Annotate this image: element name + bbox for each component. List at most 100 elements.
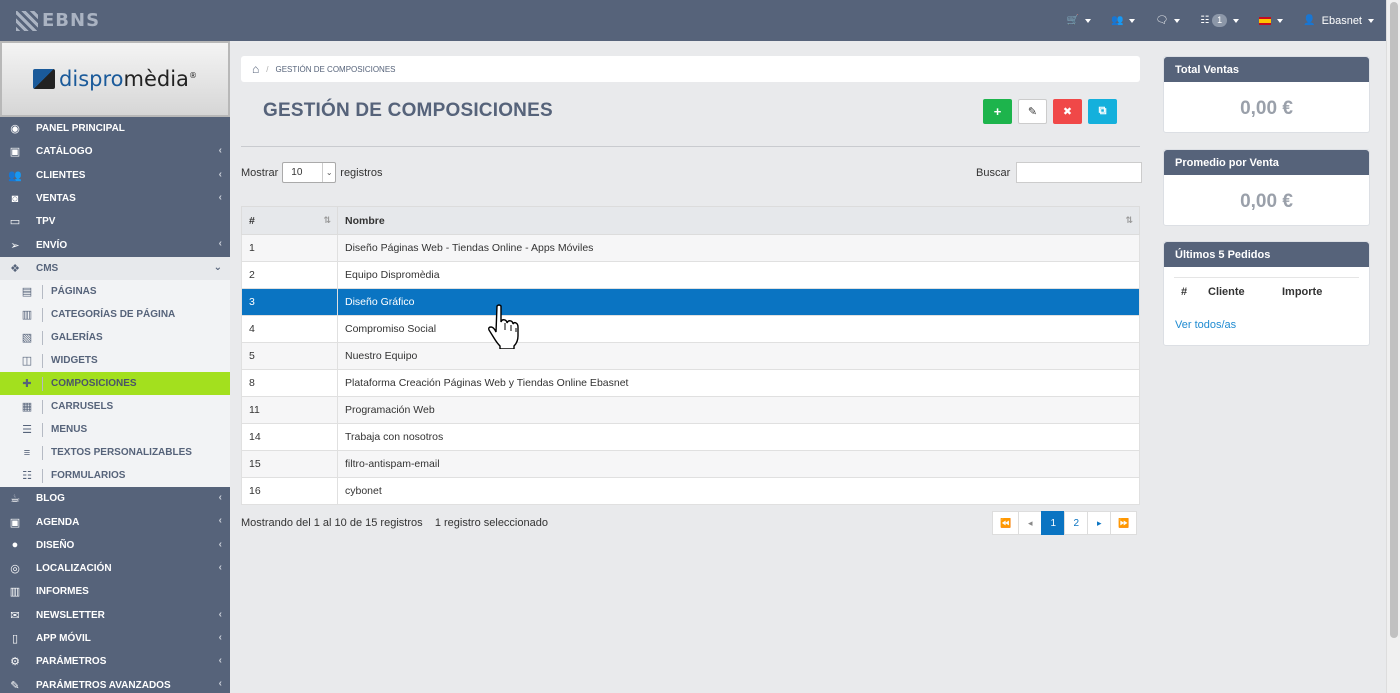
sidebar-item-diseno[interactable]: ● DISEÑO ‹ bbox=[0, 534, 230, 557]
topnav-item-user[interactable]: 👤 Ebasnet bbox=[1303, 15, 1374, 27]
table-row[interactable]: 14 Trabaja con nosotros bbox=[241, 423, 1140, 451]
sidebar-item-blog[interactable]: ☕ BLOG ‹ bbox=[0, 487, 230, 510]
brand-logo[interactable]: dispromèdia® bbox=[0, 41, 230, 117]
column-header-name[interactable]: Nombre ⇅ bbox=[337, 206, 1140, 235]
topnav-item-comments[interactable]: 🗨 bbox=[1155, 15, 1181, 26]
scrollbar-thumb[interactable] bbox=[1390, 2, 1398, 638]
last-page-button[interactable]: ⏩ bbox=[1110, 511, 1138, 535]
submenu-item-paginas[interactable]: ▤ PÁGINAS bbox=[0, 280, 230, 303]
cell-name: Trabaja con nosotros bbox=[337, 423, 1140, 451]
logo-mark-icon bbox=[16, 11, 38, 31]
separator bbox=[42, 330, 43, 345]
first-page-button[interactable]: ⏪ bbox=[992, 511, 1020, 535]
chevron-left-icon: ‹ bbox=[218, 191, 222, 203]
chevron-left-icon: ‹ bbox=[218, 538, 222, 550]
envelope-icon: ✉ bbox=[10, 609, 20, 622]
view-all-orders-link[interactable]: Ver todos/as bbox=[1164, 298, 1369, 331]
brand-name-a: dispro bbox=[59, 67, 124, 91]
sidebar-item-app-movil[interactable]: ▯ APP MÓVIL ‹ bbox=[0, 627, 230, 650]
table-row[interactable]: 16 cybonet bbox=[241, 477, 1140, 505]
sidebar-item-catalogo[interactable]: ▣ CATÁLOGO ‹ bbox=[0, 140, 230, 163]
panel-title: Total Ventas bbox=[1164, 57, 1369, 82]
table-row[interactable]: 15 filtro-antispam-email bbox=[241, 450, 1140, 478]
copy-button[interactable]: ⧉ bbox=[1088, 99, 1117, 124]
cms-submenu: ▤ PÁGINAS ▥ CATEGORÍAS DE PÁGINA ▧ GALERÍAS ◫ W… bbox=[0, 280, 230, 488]
comments-icon: 🗨 bbox=[1155, 15, 1169, 26]
sidebar-item-tpv[interactable]: ▭ TPV bbox=[0, 210, 230, 233]
submenu-item-categorias-de-pagina[interactable]: ▥ CATEGORÍAS DE PÁGINA bbox=[0, 303, 230, 326]
sidebar-item-parametros[interactable]: ⚙ PARÁMETROS ‹ bbox=[0, 650, 230, 673]
wrench-icon: ✎ bbox=[10, 679, 20, 692]
sidebar-item-informes[interactable]: ▥ INFORMES bbox=[0, 580, 230, 603]
chevron-left-icon: ‹ bbox=[218, 561, 222, 573]
length-select[interactable]: 10 ⌄ bbox=[282, 162, 337, 183]
home-icon[interactable]: ⌂ bbox=[252, 62, 259, 76]
separator bbox=[42, 422, 43, 437]
next-page-button[interactable]: ▸ bbox=[1087, 511, 1112, 535]
page-scrollbar[interactable] bbox=[1386, 0, 1400, 693]
separator bbox=[42, 468, 43, 483]
submenu-item-label: CATEGORÍAS DE PÁGINA bbox=[51, 309, 176, 321]
align-left-icon: ≡ bbox=[23, 446, 31, 459]
sidebar-item-clientes[interactable]: 👥 CLIENTES ‹ bbox=[0, 164, 230, 187]
chevron-left-icon: ‹ bbox=[218, 608, 222, 620]
submenu-item-widgets[interactable]: ◫ WIDGETS bbox=[0, 349, 230, 372]
table-row[interactable]: 5 Nuestro Equipo bbox=[241, 342, 1140, 370]
topnav-item-flag-es[interactable] bbox=[1259, 16, 1284, 25]
top-navbar: EBNS 🛒 👥 🗨 ☷ 1 👤 Ebasnet bbox=[0, 0, 1386, 41]
sidebar-item-newsletter[interactable]: ✉ NEWSLETTER ‹ bbox=[0, 604, 230, 627]
cell-name: Programación Web bbox=[337, 396, 1140, 424]
search-input[interactable] bbox=[1016, 162, 1143, 183]
topnav-item-cart[interactable]: 🛒 bbox=[1067, 15, 1092, 26]
sidebar-item-envio[interactable]: ➢ ENVÍO ‹ bbox=[0, 233, 230, 256]
chevron-left-icon: ‹ bbox=[218, 678, 222, 690]
table-row[interactable]: 3 Diseño Gráfico bbox=[241, 288, 1140, 316]
users-icon: 👥 bbox=[1111, 15, 1124, 26]
column-name-label: Nombre bbox=[345, 214, 385, 227]
sidebar-item-localizacion[interactable]: ◎ LOCALIZACIÓN ‹ bbox=[0, 557, 230, 580]
search-label: Buscar bbox=[976, 166, 1011, 179]
table-row[interactable]: 1 Diseño Páginas Web - Tiendas Online - A… bbox=[241, 234, 1140, 262]
submenu-item-carrusels[interactable]: ▦ CARRUSELS bbox=[0, 395, 230, 418]
table-row[interactable]: 2 Equipo Dispromèdia bbox=[241, 261, 1140, 289]
table-row[interactable]: 4 Compromiso Social bbox=[241, 315, 1140, 343]
sidebar-item-ventas[interactable]: ◙ VENTAS ‹ bbox=[0, 187, 230, 210]
length-menu: Mostrar 10 ⌄ registros bbox=[241, 162, 382, 183]
brand-name-b: mèdia bbox=[123, 67, 189, 91]
search-box: Buscar bbox=[976, 162, 1143, 183]
sidebar-item-label: CMS bbox=[36, 262, 59, 274]
submenu-item-textos-personalizables[interactable]: ≡ TEXTOS PERSONALIZABLES bbox=[0, 441, 230, 464]
delete-button[interactable]: ✖ bbox=[1053, 99, 1082, 124]
app-logo[interactable]: EBNS bbox=[16, 10, 100, 31]
add-button[interactable]: + bbox=[983, 99, 1012, 124]
cell-id: 8 bbox=[241, 369, 338, 397]
sidebar-item-panel-principal[interactable]: ◉ PANEL PRINCIPAL bbox=[0, 117, 230, 140]
sidebar-item-agenda[interactable]: ▣ AGENDA ‹ bbox=[0, 510, 230, 533]
submenu-item-formularios[interactable]: ☷ FORMULARIOS bbox=[0, 464, 230, 487]
submenu-item-composiciones[interactable]: ✚ COMPOSICIONES bbox=[0, 372, 230, 396]
caret-down-icon bbox=[1368, 18, 1374, 23]
sort-asc-icon: ⇅ bbox=[323, 215, 331, 225]
column-id-label: # bbox=[249, 214, 255, 227]
submenu-item-menus[interactable]: ☰ MENUS bbox=[0, 418, 230, 441]
column-header-id[interactable]: # ⇅ bbox=[241, 206, 338, 235]
cubes-icon: ❖ bbox=[10, 262, 20, 275]
sidebar-item-label: PARÁMETROS AVANZADOS bbox=[36, 679, 171, 691]
edit-button[interactable]: ✎ bbox=[1018, 99, 1047, 124]
separator bbox=[42, 284, 43, 299]
topnav-item-users[interactable]: 👥 bbox=[1111, 15, 1136, 26]
table-row[interactable]: 8 Plataforma Creación Páginas Web y Tiend… bbox=[241, 369, 1140, 397]
sidebar-item-parametros-avanzados[interactable]: ✎ PARÁMETROS AVANZADOS ‹ bbox=[0, 673, 230, 693]
user-icon: 👤 bbox=[1303, 15, 1316, 26]
page-button-1[interactable]: 1 bbox=[1041, 511, 1066, 535]
cell-id: 5 bbox=[241, 342, 338, 370]
brand-reg: ® bbox=[188, 71, 197, 80]
main-content: ⌂ / GESTIÓN DE COMPOSICIONES GESTIÓN DE … bbox=[230, 41, 1152, 693]
page-button-2[interactable]: 2 bbox=[1064, 511, 1089, 535]
topnav-item-list[interactable]: ☷ 1 bbox=[1200, 14, 1240, 27]
sidebar-item-cms[interactable]: ❖ CMS ⌄ bbox=[0, 256, 230, 281]
prev-page-button[interactable]: ◂ bbox=[1018, 511, 1043, 535]
pagination: ⏪ ◂ 1 2 ▸ ⏩ bbox=[992, 511, 1138, 535]
submenu-item-galerias[interactable]: ▧ GALERÍAS bbox=[0, 326, 230, 349]
table-row[interactable]: 11 Programación Web bbox=[241, 396, 1140, 424]
